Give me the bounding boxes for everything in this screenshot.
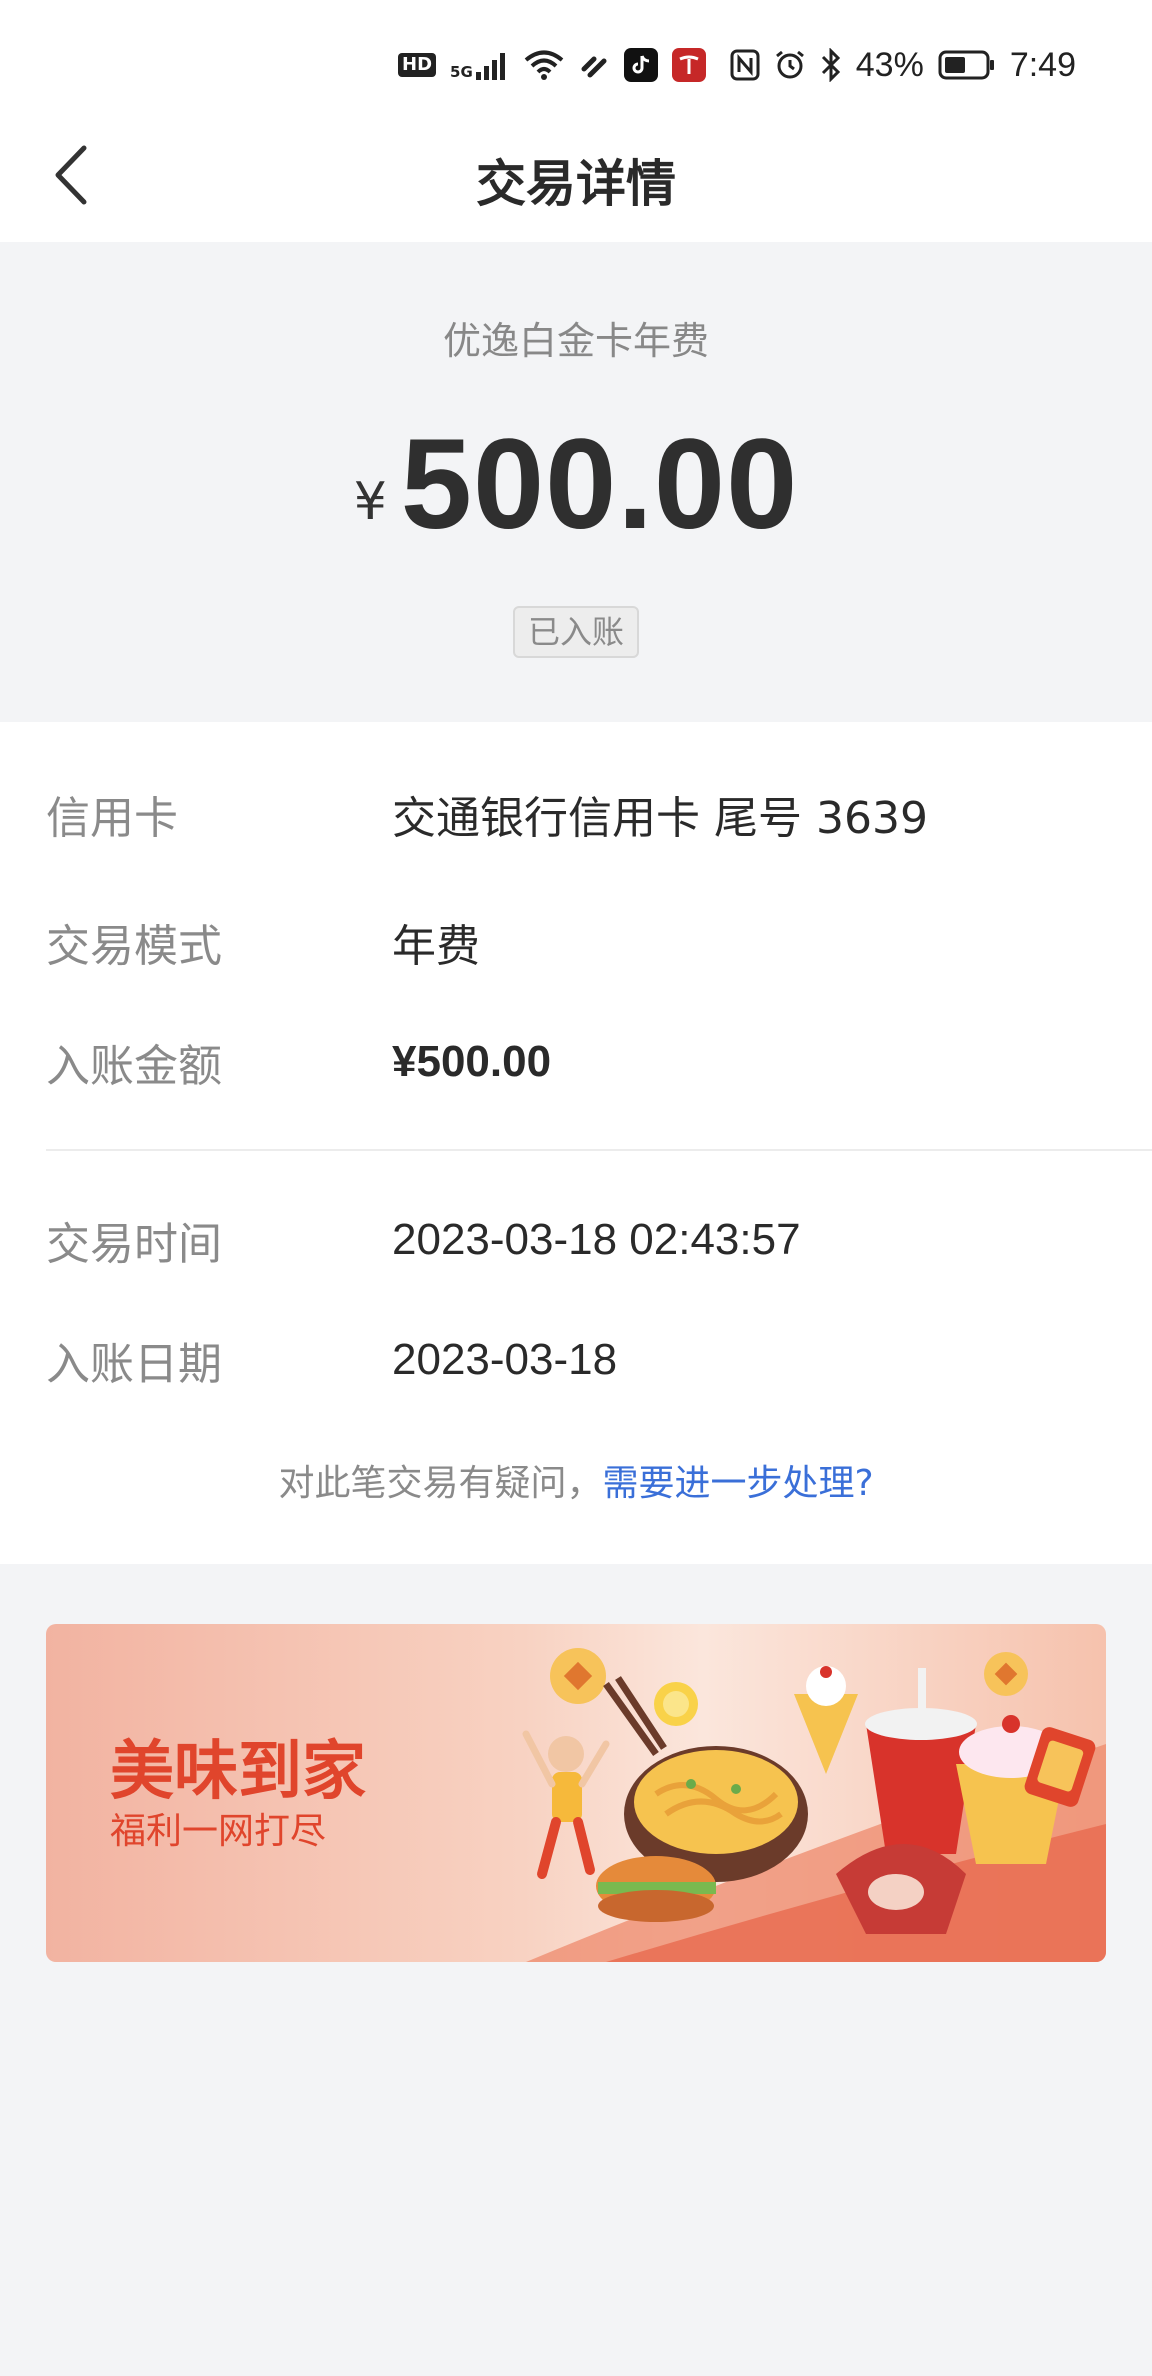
detail-row-posted-date: 入账日期 2023-03-18 — [46, 1330, 1152, 1390]
detail-value: 年费 — [392, 921, 480, 972]
status-bar: HD 5G 43% 7:49 — [0, 0, 1152, 110]
detail-label: 交易时间 — [46, 1219, 222, 1270]
detail-label: 入账金额 — [46, 1041, 222, 1092]
detail-label: 信用卡 — [46, 793, 178, 844]
signal-icon: 5G — [450, 50, 510, 80]
detail-row-mode: 交易模式 年费 — [46, 912, 1152, 972]
battery-percent: 43% — [855, 45, 924, 84]
amount-display: ¥ 500.00 — [0, 420, 1152, 550]
tesla-app-icon — [671, 48, 706, 82]
divider — [46, 1149, 1152, 1151]
hd-voice-icon: HD — [398, 53, 437, 77]
battery-icon — [938, 50, 994, 80]
dispute-help: 对此笔交易有疑问，需要进一步处理? — [0, 1454, 1152, 1506]
page-title: 交易详情 — [476, 155, 676, 213]
network-type-label: 5G — [450, 63, 473, 81]
food-illustration-icon — [522, 1648, 1106, 1962]
detail-row-posted-amount: 入账金额 ¥500.00 — [46, 1032, 1152, 1092]
detail-value: 2023-03-18 — [392, 1335, 618, 1384]
detail-label: 交易模式 — [46, 921, 222, 972]
merchant-name: 优逸白金卡年费 — [442, 319, 709, 363]
wifi-icon — [524, 50, 564, 80]
detail-value: ¥500.00 — [392, 1037, 552, 1086]
detail-row-time: 交易时间 2023-03-18 02:43:57 — [46, 1210, 1152, 1270]
currency-symbol: ¥ — [353, 472, 387, 532]
promo-banner[interactable]: 美味到家 福利一网打尽 — [46, 1624, 1106, 1962]
link-icon — [581, 56, 607, 78]
top-nav-bar: 交易详情 — [0, 110, 1152, 242]
tiktok-icon — [623, 48, 658, 82]
status-badge: 已入账 — [513, 606, 639, 658]
detail-value: 2023-03-18 02:43:57 — [392, 1215, 801, 1264]
alarm-icon — [775, 50, 804, 79]
transaction-summary: 优逸白金卡年费 ¥ 500.00 已入账 — [0, 242, 1152, 722]
transaction-amount: 500.00 — [400, 413, 799, 556]
dispute-link[interactable]: 需要进一步处理? — [602, 1463, 873, 1504]
clock: 7:49 — [1009, 45, 1076, 84]
bluetooth-icon — [821, 48, 840, 82]
banner-subtitle: 福利一网打尽 — [110, 1811, 327, 1852]
transaction-details: 信用卡 交通银行信用卡 尾号 3639 交易模式 年费 入账金额 ¥500.00… — [0, 722, 1152, 1564]
detail-row-card: 信用卡 交通银行信用卡 尾号 3639 — [46, 784, 1152, 844]
status-bar-right-icons: 43% 7:49 — [730, 44, 1076, 86]
banner-title: 美味到家 — [110, 1735, 366, 1809]
detail-label: 入账日期 — [46, 1339, 222, 1390]
nfc-icon — [730, 49, 760, 81]
status-bar-left-icons: HD 5G — [398, 44, 706, 86]
detail-value: 交通银行信用卡 尾号 3639 — [392, 793, 928, 844]
dispute-help-text: 对此笔交易有疑问， — [278, 1463, 603, 1504]
